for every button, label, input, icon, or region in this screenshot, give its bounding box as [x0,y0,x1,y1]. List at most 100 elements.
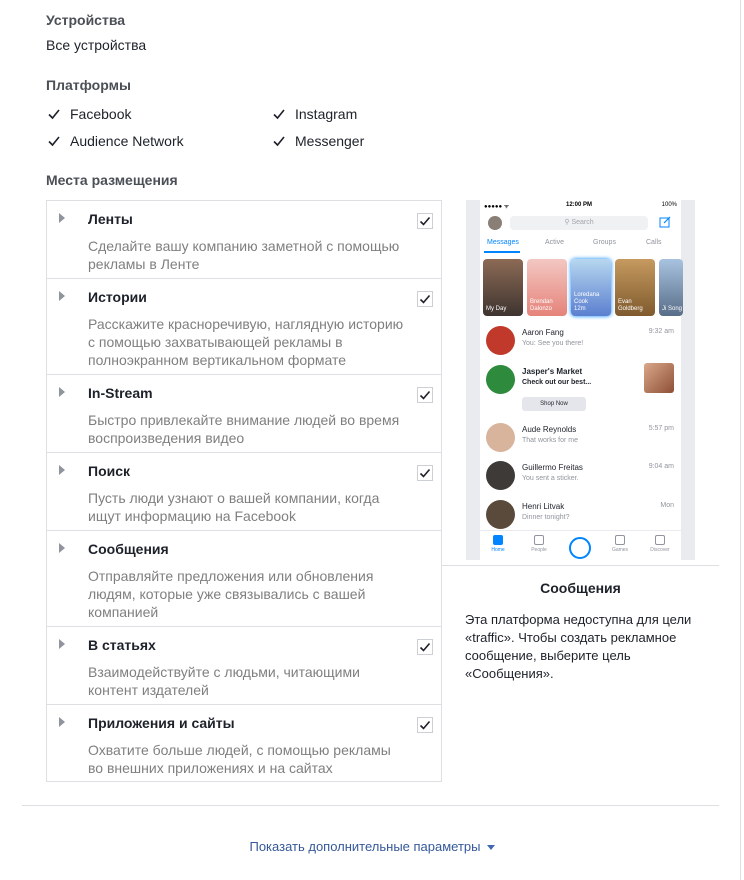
placement-title: В статьях [88,637,156,653]
tab-active: Active [545,239,565,246]
conversation-snippet: You sent a sticker. [522,475,579,482]
signal-indicator: ●●●●● ᯤ [484,204,510,210]
story-evan: Evan Goldberg [615,259,655,316]
conversation-row: Guillermo Freitas You sent a sticker. 9:… [480,459,681,493]
story-ji: Ji Song [659,259,683,316]
status-time: 12:00 PM [566,202,593,208]
bottom-divider [22,805,719,806]
show-more-options-link[interactable]: Показать дополнительные параметры [0,839,744,854]
placement-title: In-Stream [88,385,153,401]
avatar [486,326,515,355]
expand-arrow-icon[interactable] [59,387,65,397]
conversation-row: Aude Reynolds That works for me 5:57 pm [480,421,681,455]
placement-item-feeds[interactable]: Ленты Сделайте вашу компанию заметной с … [47,201,441,279]
placement-item-search[interactable]: Поиск Пусть люди узнают о вашей компании… [47,453,441,531]
compose-icon [659,216,671,228]
expand-arrow-icon[interactable] [59,213,65,223]
story-label: Evan Goldberg [618,299,643,312]
battery-indicator: 100% [661,202,677,208]
preview-title: Сообщения [540,580,621,596]
placement-item-in-articles[interactable]: В статьях Взаимодействуйте с людьми, чит… [47,627,441,705]
messenger-preview-image: ●●●●● ᯤ 12:00 PM 100% ⚲ Search Messages … [466,200,695,560]
search-bar: ⚲ Search [510,216,648,230]
platforms-title: Платформы [46,77,131,93]
conversation-name: Henri Litvak [522,502,565,511]
preview-description: Эта платформа недоступна для цели «traff… [465,612,692,681]
placement-item-stories[interactable]: Истории Расскажите красноречивую, нагляд… [47,279,441,375]
expand-arrow-icon[interactable] [59,465,65,475]
avatar [486,500,515,529]
placement-title: Ленты [88,211,133,227]
platform-checkbox-instagram[interactable]: Instagram [271,106,357,122]
nav-label: Discover [650,547,670,553]
conversation-time: 9:32 am [648,328,674,335]
conversation-row: Aaron Fang You: See you there! 9:32 am [480,324,681,358]
placement-desc: Отправляйте предложения или обновления л… [88,568,374,620]
placement-checkbox[interactable] [417,717,433,733]
nav-label: People [531,547,547,553]
conversation-time: 5:57 pm [648,425,674,432]
platform-label: Messenger [295,133,365,149]
caret-down-icon [486,845,495,851]
story-label: My Day [486,306,507,312]
home-icon [493,535,503,545]
devices-title: Устройства [46,12,126,28]
conversation-snippet: You: See you there! [522,340,584,347]
placement-desc: Расскажите красноречивую, наглядную исто… [88,316,404,368]
story-time: 12m [574,306,586,312]
story-name: Loredana Cook [574,292,600,305]
placement-checkbox[interactable] [417,639,433,655]
placement-checkbox[interactable] [417,465,433,481]
platform-label: Audience Network [70,133,184,149]
tab-underline [484,251,520,253]
conversation-time: 9:04 am [648,463,674,470]
preview-divider [442,565,719,566]
platform-label: Instagram [295,106,358,122]
expand-arrow-icon[interactable] [59,291,65,301]
nav-label: Games [611,547,629,553]
conversation-snippet: That works for me [522,437,579,444]
placement-checkbox[interactable] [417,213,433,229]
profile-avatar-icon [488,216,502,230]
expand-arrow-icon[interactable] [59,543,65,553]
avatar [486,461,515,490]
shop-now-button: Shop Now [522,397,586,411]
avatar [486,365,515,394]
devices-value[interactable]: Все устройства [46,37,146,53]
phone-screen: ●●●●● ᯤ 12:00 PM 100% ⚲ Search Messages … [480,200,683,560]
camera-icon [569,537,591,559]
nav-home: Home [483,535,513,553]
story-label: Ji Song [662,306,683,312]
checkmark-icon [273,136,285,147]
story-my-day: My Day [483,259,523,316]
story-label: Loredana Cook 12m [574,292,611,313]
placement-checkbox[interactable] [417,291,433,307]
placements-list: Ленты Сделайте вашу компанию заметной с … [46,200,442,782]
placement-checkbox[interactable] [417,387,433,403]
conversation-name: Aaron Fang [522,328,564,337]
placement-item-apps-sites[interactable]: Приложения и сайты Охватите больше людей… [47,705,441,783]
tab-messages: Messages [487,239,519,246]
search-placeholder: Search [571,219,594,226]
nav-label: Home [491,547,505,553]
placement-desc: Пусть люди узнают о вашей компании, когд… [88,490,380,524]
expand-arrow-icon[interactable] [59,639,65,649]
discover-icon [655,535,665,545]
conversation-snippet: Dinner tonight? [522,514,570,521]
placement-item-instream[interactable]: In-Stream Быстро привлекайте внимание лю… [47,375,441,453]
platform-checkbox-messenger[interactable]: Messenger [271,133,364,149]
checkmark-icon [48,109,60,120]
placement-item-messages[interactable]: Сообщения Отправляйте предложения или об… [47,531,441,627]
placement-title: Сообщения [88,541,169,557]
placement-desc: Сделайте вашу компанию заметной с помощь… [88,238,400,272]
tab-groups: Groups [593,239,616,246]
platform-checkbox-facebook[interactable]: Facebook [46,106,131,122]
nav-discover: Discover [645,535,675,553]
expand-arrow-icon[interactable] [59,717,65,727]
platform-checkbox-audience-network[interactable]: Audience Network [46,133,184,149]
nav-games: Games [605,535,635,553]
conversation-snippet: Check out our best... [522,379,592,386]
conversation-time: Mon [660,502,674,509]
conversation-name: Jasper's Market [522,367,583,376]
tab-calls: Calls [646,239,662,246]
